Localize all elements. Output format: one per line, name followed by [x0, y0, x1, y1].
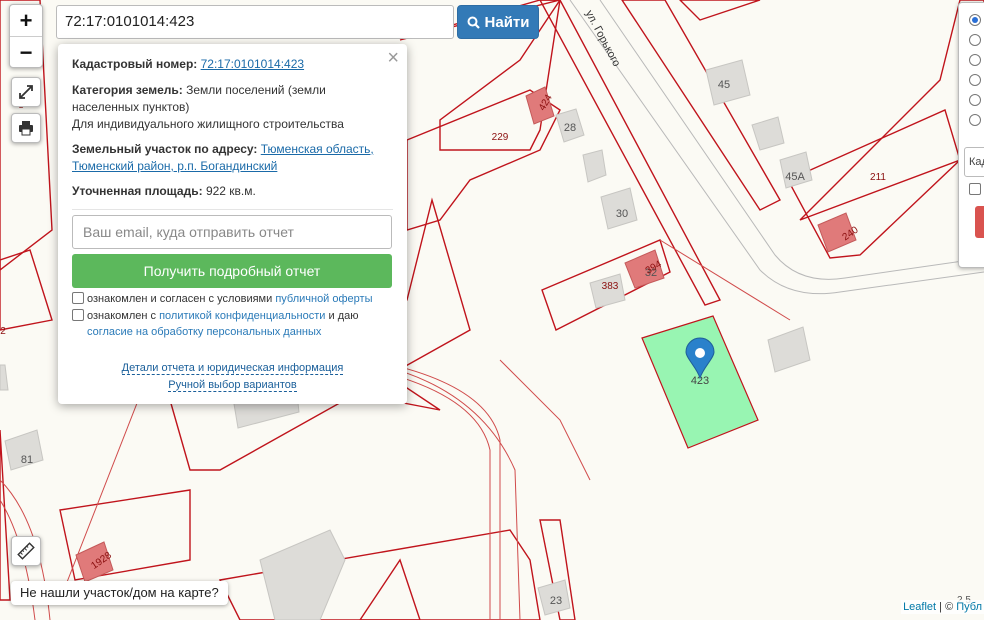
parcel-info-popup: × Кадастровый номер: 72:17:0101014:423 К…	[58, 44, 407, 404]
map-label-45a: 45А	[785, 171, 805, 183]
offer-text: ознакомлен и согласен с условиями	[87, 293, 276, 305]
zoom-control: + −	[9, 4, 43, 68]
area-value: 922 кв.м.	[205, 184, 256, 198]
map-label-30: 30	[616, 208, 628, 220]
privacy-consent[interactable]: ознакомлен с политикой конфиденциальност…	[72, 308, 358, 325]
manual-select-link[interactable]: Ручной выбор вариантов	[168, 379, 297, 392]
cadastral-label: Кадастровый номер:	[72, 57, 198, 71]
source-link[interactable]: Публ	[956, 601, 982, 613]
cadastral-number-link[interactable]: 72:17:0101014:423	[201, 57, 304, 71]
usage-text: Для индивидуального жилищного строительс…	[72, 117, 344, 131]
search-icon	[467, 16, 480, 29]
search-button[interactable]: Найти	[457, 5, 539, 39]
address-label: Земельный участок по адресу:	[72, 142, 258, 156]
search-button-label: Найти	[484, 13, 530, 31]
not-found-button[interactable]: Не нашли участок/дом на карте?	[11, 581, 228, 605]
attribution: Leaflet | © Публ	[901, 600, 984, 614]
layer-radio-5[interactable]	[969, 94, 981, 106]
email-field[interactable]: Ваш email, куда отправить отчет	[72, 215, 392, 249]
personal-data-link[interactable]: согласие на обработку персональных данны…	[87, 326, 321, 338]
privacy-link[interactable]: политикой конфиденциальности	[159, 310, 325, 322]
measure-button[interactable]	[11, 536, 41, 566]
details-link[interactable]: Детали отчета и юридическая информация	[121, 362, 344, 375]
area-row: Уточненная площадь: 922 кв.м.	[72, 183, 393, 200]
details-row: Детали отчета и юридическая информация	[58, 362, 407, 375]
layer-radio-4[interactable]	[969, 74, 981, 86]
area-label: Уточненная площадь:	[72, 184, 203, 198]
zoom-out-button[interactable]: −	[10, 36, 42, 67]
map-label-45: 45	[718, 79, 730, 91]
offer-checkbox[interactable]	[72, 292, 84, 304]
offer-consent[interactable]: ознакомлен и согласен с условиями публич…	[72, 291, 373, 308]
layer-radio-1[interactable]	[969, 14, 981, 26]
offer-link[interactable]: публичной оферты	[275, 293, 372, 305]
layer-radio-2[interactable]	[969, 34, 981, 46]
privacy-consent-cont: согласие на обработку персональных данны…	[87, 324, 321, 341]
parcel-label-229: 229	[492, 132, 509, 143]
divider	[72, 209, 393, 210]
layers-panel: Када	[958, 2, 984, 268]
category-label: Категория земель:	[72, 83, 183, 97]
manual-row: Ручной выбор вариантов	[58, 379, 407, 392]
privacy-checkbox[interactable]	[72, 309, 84, 321]
layers-red-button[interactable]	[975, 206, 984, 238]
privacy-text-2: и даю	[325, 310, 359, 322]
parcel-label-2: 2	[0, 326, 6, 337]
address-row: Земельный участок по адресу: Тюменская о…	[72, 141, 393, 175]
map-label-23: 23	[550, 595, 562, 607]
parcel-label-383: 383	[602, 281, 619, 292]
category-row: Категория земель: Земли поселений (земли…	[72, 82, 393, 116]
attribution-sep: | ©	[936, 601, 957, 613]
privacy-text: ознакомлен с	[87, 310, 160, 322]
get-report-button[interactable]: Получить подробный отчет	[72, 254, 392, 288]
layers-checkbox[interactable]	[969, 183, 981, 195]
ruler-icon	[17, 542, 35, 560]
zoom-in-button[interactable]: +	[10, 5, 42, 36]
parcel-label-211: 211	[870, 172, 886, 183]
search-input[interactable]: 72:17:0101014:423	[56, 5, 454, 39]
printer-icon	[19, 121, 33, 136]
layers-search-input[interactable]: Када	[964, 147, 984, 177]
print-button[interactable]	[11, 113, 41, 143]
cadastral-row: Кадастровый номер: 72:17:0101014:423	[72, 56, 393, 73]
fullscreen-button[interactable]	[11, 77, 41, 107]
leaflet-link[interactable]: Leaflet	[903, 601, 936, 613]
map-label-81: 81	[21, 454, 33, 466]
layer-radio-6[interactable]	[969, 114, 981, 126]
expand-icon	[19, 85, 33, 99]
layer-radio-3[interactable]	[969, 54, 981, 66]
map-label-28: 28	[564, 122, 576, 134]
